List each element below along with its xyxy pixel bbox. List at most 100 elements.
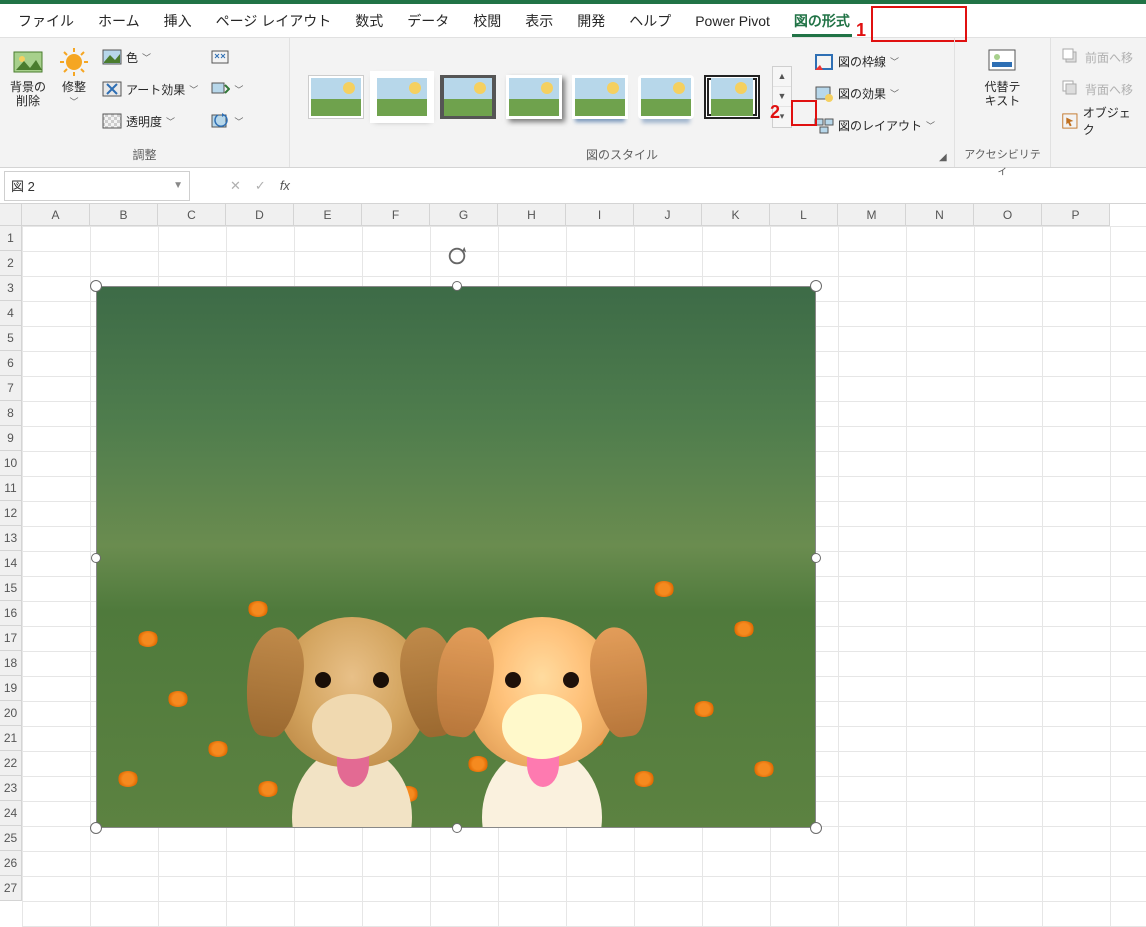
fx-icon[interactable]: fx xyxy=(280,178,290,193)
group-accessibility-label: アクセシビリティ xyxy=(961,145,1044,165)
picture-layout-label: 図のレイアウト xyxy=(838,117,922,134)
tab-picture-format[interactable]: 図の形式 xyxy=(782,5,862,37)
column-header[interactable]: A xyxy=(22,204,90,226)
handle-s[interactable] xyxy=(452,823,462,833)
handle-nw[interactable] xyxy=(90,280,102,292)
style-thumb-5[interactable] xyxy=(572,75,628,119)
row-header[interactable]: 16 xyxy=(0,601,22,626)
tab-file[interactable]: ファイル xyxy=(6,5,86,37)
picture-layout-button[interactable]: 図のレイアウト﹀ xyxy=(810,111,939,141)
row-header[interactable]: 4 xyxy=(0,301,22,326)
column-header[interactable]: J xyxy=(634,204,702,226)
bring-forward-button[interactable]: 前面へ移 xyxy=(1057,42,1140,72)
handle-w[interactable] xyxy=(91,553,101,563)
tab-formulas[interactable]: 数式 xyxy=(343,5,395,37)
row-header[interactable]: 27 xyxy=(0,876,22,901)
row-header[interactable]: 10 xyxy=(0,451,22,476)
handle-ne[interactable] xyxy=(810,280,822,292)
select-all-corner[interactable] xyxy=(0,204,22,226)
tab-page-layout[interactable]: ページ レイアウト xyxy=(204,5,344,37)
corrections-button[interactable]: 修整﹀ xyxy=(54,42,94,113)
tab-home[interactable]: ホーム xyxy=(86,5,152,37)
change-picture-button[interactable]: ﹀ xyxy=(206,74,247,104)
row-header[interactable]: 26 xyxy=(0,851,22,876)
style-thumb-6[interactable] xyxy=(638,75,694,119)
confirm-edit-icon[interactable]: ✓ xyxy=(255,178,266,194)
selection-pane-button[interactable]: オブジェク xyxy=(1057,106,1140,136)
tab-data[interactable]: データ xyxy=(395,5,461,37)
picture-border-label: 図の枠線 xyxy=(838,53,886,70)
column-header[interactable]: B xyxy=(90,204,158,226)
color-button[interactable]: 色﹀ xyxy=(98,42,202,72)
column-header[interactable]: G xyxy=(430,204,498,226)
tab-insert[interactable]: 挿入 xyxy=(152,5,204,37)
row-header[interactable]: 1 xyxy=(0,226,22,251)
row-header[interactable]: 2 xyxy=(0,251,22,276)
row-header[interactable]: 22 xyxy=(0,751,22,776)
row-header[interactable]: 3 xyxy=(0,276,22,301)
row-header[interactable]: 19 xyxy=(0,676,22,701)
column-header[interactable]: L xyxy=(770,204,838,226)
row-header[interactable]: 11 xyxy=(0,476,22,501)
artistic-effects-button[interactable]: アート効果﹀ xyxy=(98,74,202,104)
name-box[interactable]: 図 2 ▼ xyxy=(4,171,190,201)
tab-view[interactable]: 表示 xyxy=(513,5,565,37)
artistic-effects-label: アート効果 xyxy=(126,81,185,98)
remove-background-button[interactable]: 背景の 削除 xyxy=(6,42,50,112)
tab-developer[interactable]: 開発 xyxy=(565,5,617,37)
row-header[interactable]: 23 xyxy=(0,776,22,801)
style-thumb-4[interactable] xyxy=(506,75,562,119)
row-header[interactable]: 25 xyxy=(0,826,22,851)
column-header[interactable]: O xyxy=(974,204,1042,226)
style-thumb-1[interactable] xyxy=(308,75,364,119)
row-header[interactable]: 24 xyxy=(0,801,22,826)
row-header[interactable]: 7 xyxy=(0,376,22,401)
row-header[interactable]: 6 xyxy=(0,351,22,376)
send-backward-button[interactable]: 背面へ移 xyxy=(1057,74,1140,104)
formula-input[interactable] xyxy=(298,171,1142,201)
tab-help[interactable]: ヘルプ xyxy=(617,5,683,37)
inserted-picture[interactable] xyxy=(96,286,816,828)
picture-effects-button[interactable]: 図の効果﹀ xyxy=(810,79,939,109)
row-header[interactable]: 8 xyxy=(0,401,22,426)
row-header[interactable]: 14 xyxy=(0,551,22,576)
row-header[interactable]: 18 xyxy=(0,651,22,676)
cancel-edit-icon[interactable]: ✕ xyxy=(230,178,241,194)
compress-pictures-button[interactable] xyxy=(206,42,247,72)
alt-text-button[interactable]: 代替テ キスト xyxy=(980,42,1024,112)
row-header[interactable]: 13 xyxy=(0,526,22,551)
column-header[interactable]: E xyxy=(294,204,362,226)
style-thumb-7[interactable] xyxy=(704,75,760,119)
column-header[interactable]: F xyxy=(362,204,430,226)
row-header[interactable]: 5 xyxy=(0,326,22,351)
row-header[interactable]: 9 xyxy=(0,426,22,451)
handle-n[interactable] xyxy=(452,281,462,291)
tab-review[interactable]: 校閲 xyxy=(461,5,513,37)
column-header[interactable]: C xyxy=(158,204,226,226)
gallery-scroll-up[interactable]: ▲ xyxy=(773,67,791,87)
row-header[interactable]: 21 xyxy=(0,726,22,751)
style-thumb-3[interactable] xyxy=(440,75,496,119)
handle-se[interactable] xyxy=(810,822,822,834)
column-header[interactable]: M xyxy=(838,204,906,226)
handle-sw[interactable] xyxy=(90,822,102,834)
column-header[interactable]: K xyxy=(702,204,770,226)
column-header[interactable]: P xyxy=(1042,204,1110,226)
row-header[interactable]: 12 xyxy=(0,501,22,526)
rotate-handle[interactable] xyxy=(446,245,468,267)
row-header[interactable]: 20 xyxy=(0,701,22,726)
row-header[interactable]: 15 xyxy=(0,576,22,601)
column-header[interactable]: H xyxy=(498,204,566,226)
reset-picture-button[interactable]: ﹀ xyxy=(206,106,247,136)
styles-launcher-icon[interactable]: ◢ xyxy=(939,152,951,164)
row-header[interactable]: 17 xyxy=(0,626,22,651)
name-box-dropdown-icon[interactable]: ▼ xyxy=(173,180,183,191)
tab-power-pivot[interactable]: Power Pivot xyxy=(683,7,782,35)
style-thumb-2[interactable] xyxy=(374,75,430,119)
column-header[interactable]: D xyxy=(226,204,294,226)
column-header[interactable]: I xyxy=(566,204,634,226)
handle-e[interactable] xyxy=(811,553,821,563)
transparency-button[interactable]: 透明度﹀ xyxy=(98,106,202,136)
column-header[interactable]: N xyxy=(906,204,974,226)
picture-border-button[interactable]: 図の枠線﹀ xyxy=(810,47,939,77)
